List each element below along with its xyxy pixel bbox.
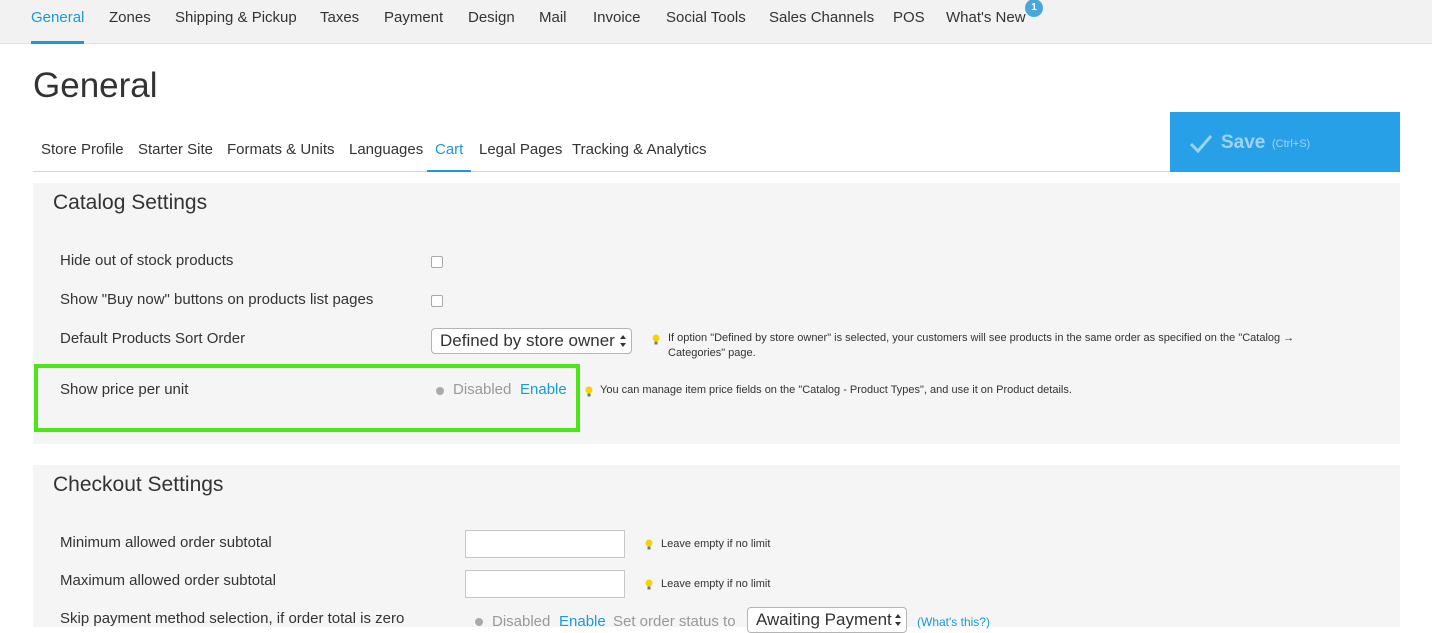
- skip-payment-label: Skip payment method selection, if order …: [60, 610, 405, 627]
- nav-whats-new[interactable]: What's New: [946, 0, 1026, 44]
- nav-pos[interactable]: POS: [893, 0, 925, 44]
- nav-general[interactable]: General: [31, 0, 85, 44]
- tab-store-profile[interactable]: Store Profile: [33, 128, 132, 172]
- sort-order-tip-line2: Categories" page.: [668, 347, 756, 359]
- select-arrows-icon: [895, 614, 901, 626]
- nav-social-tools[interactable]: Social Tools: [666, 0, 746, 44]
- nav-sales-channels[interactable]: Sales Channels: [769, 0, 874, 44]
- nav-shipping-pickup[interactable]: Shipping & Pickup: [175, 0, 297, 44]
- sort-order-label: Default Products Sort Order: [60, 330, 246, 347]
- lightbulb-icon: [645, 539, 653, 550]
- whats-new-badge: 1: [1025, 0, 1043, 17]
- nav-taxes[interactable]: Taxes: [320, 0, 359, 44]
- nav-invoice[interactable]: Invoice: [593, 0, 641, 44]
- tab-tracking-analytics[interactable]: Tracking & Analytics: [564, 128, 715, 172]
- select-arrows-icon: [620, 335, 626, 347]
- page-title: General: [33, 66, 158, 105]
- sort-order-value: Defined by store owner: [440, 331, 615, 350]
- tab-legal-pages[interactable]: Legal Pages: [471, 128, 570, 172]
- nav-design[interactable]: Design: [468, 0, 515, 44]
- status-dot: [475, 618, 483, 626]
- price-per-unit-tip: You can manage item price fields on the …: [600, 384, 1072, 396]
- order-status-select[interactable]: Awaiting Payment: [747, 607, 907, 633]
- sort-order-tip-line1: If option "Defined by store owner" is se…: [668, 332, 1295, 344]
- sort-order-tip: If option "Defined by store owner" is se…: [668, 331, 1358, 361]
- tab-cart[interactable]: Cart: [427, 128, 472, 172]
- min-subtotal-input[interactable]: [465, 530, 625, 558]
- nav-mail[interactable]: Mail: [539, 0, 567, 44]
- sort-order-select[interactable]: Defined by store owner: [431, 328, 632, 354]
- lightbulb-icon: [645, 579, 653, 590]
- top-navigation: General Zones Shipping & Pickup Taxes Pa…: [0, 0, 1432, 44]
- tab-starter-site[interactable]: Starter Site: [130, 128, 221, 172]
- order-status-value: Awaiting Payment: [756, 610, 892, 629]
- skip-payment-status: Disabled: [492, 613, 551, 630]
- hide-out-of-stock-checkbox[interactable]: [431, 256, 443, 268]
- lightbulb-icon: [652, 334, 660, 345]
- catalog-settings-title: Catalog Settings: [53, 191, 208, 214]
- nav-zones[interactable]: Zones: [109, 0, 151, 44]
- max-subtotal-label: Maximum allowed order subtotal: [60, 572, 276, 589]
- save-button-label: Save: [1221, 132, 1266, 153]
- max-subtotal-input[interactable]: [465, 570, 625, 598]
- nav-payment[interactable]: Payment: [384, 0, 443, 44]
- checkmark-icon: [1189, 135, 1213, 154]
- checkout-settings-title: Checkout Settings: [53, 473, 224, 496]
- min-subtotal-label: Minimum allowed order subtotal: [60, 534, 272, 551]
- lightbulb-icon: [585, 386, 593, 397]
- min-subtotal-tip: Leave empty if no limit: [661, 538, 771, 550]
- show-buy-now-label: Show "Buy now" buttons on products list …: [60, 291, 374, 308]
- tab-formats-units[interactable]: Formats & Units: [219, 128, 343, 172]
- skip-payment-enable-link[interactable]: Enable: [559, 613, 606, 630]
- save-shortcut-hint: (Ctrl+S): [1272, 138, 1311, 150]
- save-button[interactable]: Save (Ctrl+S): [1170, 112, 1400, 172]
- max-subtotal-tip: Leave empty if no limit: [661, 578, 771, 590]
- highlight-box: [34, 364, 580, 432]
- skip-payment-status-prefix: Set order status to: [613, 613, 736, 630]
- hide-out-of-stock-label: Hide out of stock products: [60, 252, 234, 269]
- tab-languages[interactable]: Languages: [341, 128, 431, 172]
- show-buy-now-checkbox[interactable]: [431, 295, 443, 307]
